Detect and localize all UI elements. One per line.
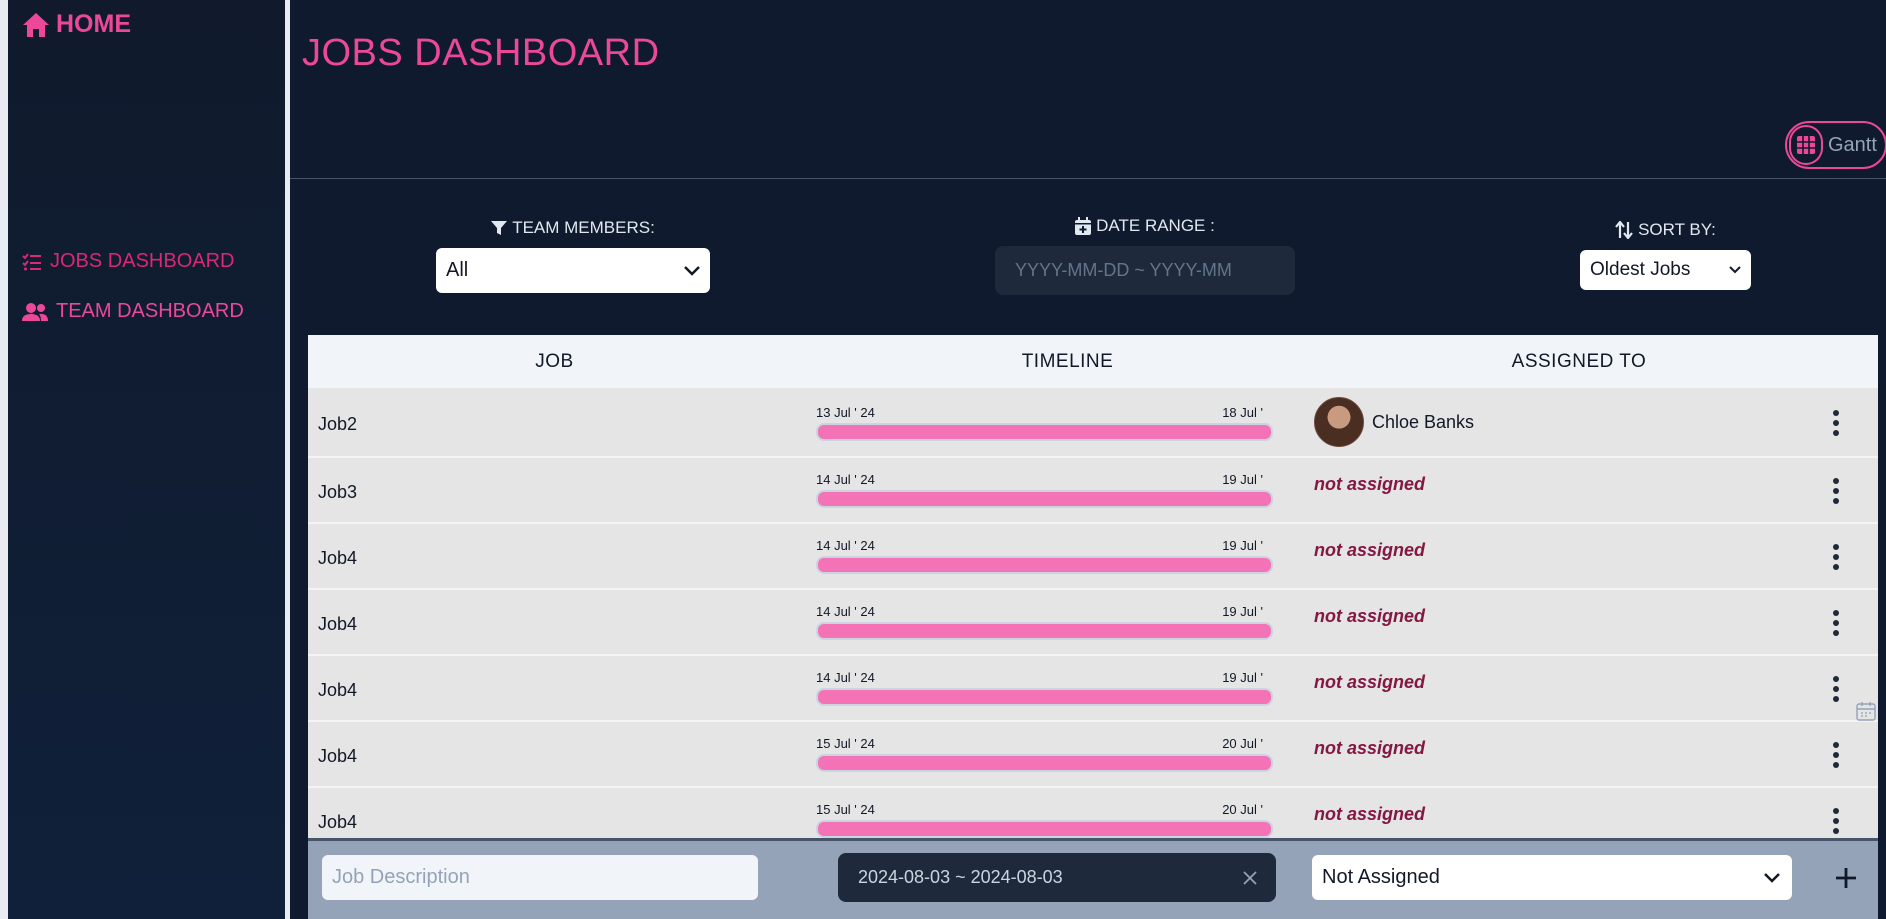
table-row[interactable]: Job4 14 Jul ' 24 19 Jul ' 24 not assigne… <box>308 524 1878 590</box>
assignee-name: Chloe Banks <box>1372 411 1475 432</box>
job-name: Job3 <box>318 482 358 502</box>
close-icon[interactable] <box>1242 870 1258 886</box>
job-name: Job4 <box>318 746 358 766</box>
add-job-bar: Job Description 2024-08-03 ~ 2024-08-03 … <box>308 838 1878 919</box>
calendar-plus-icon <box>1075 217 1092 235</box>
row-menu-icon[interactable] <box>1831 544 1841 570</box>
date-range-label: DATE RANGE : <box>1075 216 1215 236</box>
assignee-status: not assigned <box>1314 606 1426 626</box>
users-icon <box>22 302 48 321</box>
assignee-select[interactable]: Not Assigned <box>1312 855 1792 900</box>
sort-by-label: SORT BY: <box>1615 220 1716 240</box>
sort-icon <box>1615 221 1633 239</box>
column-header-timeline[interactable]: TIMELINE <box>801 351 1334 373</box>
timeline-bar <box>816 688 1273 706</box>
table-row[interactable]: Job4 15 Jul ' 24 20 Jul ' 24 not assigne… <box>308 722 1878 788</box>
timeline-bar <box>816 423 1273 441</box>
filter-icon <box>491 221 508 235</box>
timeline-start: 14 Jul ' 24 <box>816 538 875 553</box>
timeline-bar <box>816 490 1273 508</box>
home-link[interactable]: HOME <box>22 10 131 39</box>
table-row[interactable]: Job4 14 Jul ' 24 19 Jul ' 24 not assigne… <box>308 656 1878 722</box>
job-description-input[interactable]: Job Description <box>322 855 758 900</box>
sort-by-select[interactable]: Oldest Jobs <box>1580 250 1751 290</box>
sidebar-item-team-dashboard[interactable]: TEAM DASHBOARD <box>22 300 244 323</box>
team-members-label: TEAM MEMBERS: <box>491 218 655 238</box>
toggle-knob <box>1789 125 1823 165</box>
team-members-value: All <box>446 259 469 281</box>
jobs-table: JOB TIMELINE ASSIGNED TO Job2 13 Jul ' 2… <box>308 335 1878 919</box>
team-members-select[interactable]: All <box>436 248 710 293</box>
job-date-range-input[interactable]: 2024-08-03 ~ 2024-08-03 <box>838 853 1276 902</box>
sort-by-filter: SORT BY: Oldest Jobs <box>1580 220 1751 290</box>
assignee-status: not assigned <box>1314 738 1426 758</box>
home-icon <box>23 12 49 37</box>
table-row[interactable]: Job2 13 Jul ' 24 18 Jul ' 24 Chloe Banks <box>308 388 1878 458</box>
timeline-start: 14 Jul ' 24 <box>816 472 875 487</box>
column-header-job[interactable]: JOB <box>308 351 801 373</box>
job-name: Job4 <box>318 812 358 832</box>
home-label: HOME <box>56 10 131 38</box>
timeline-bar <box>816 622 1273 640</box>
timeline-start: 15 Jul ' 24 <box>816 736 875 751</box>
sidebar-item-label: JOBS DASHBOARD <box>50 250 235 272</box>
date-range-label-text: DATE RANGE : <box>1096 216 1215 235</box>
row-menu-icon[interactable] <box>1831 676 1841 702</box>
date-range-filter: DATE RANGE : YYYY-MM-DD ~ YYYY-MM <box>995 216 1295 295</box>
date-range-input[interactable]: YYYY-MM-DD ~ YYYY-MM <box>995 246 1295 295</box>
add-job-button[interactable] <box>1826 855 1866 900</box>
row-menu-icon[interactable] <box>1831 410 1841 436</box>
job-name: Job4 <box>318 548 358 568</box>
assignee-status: not assigned <box>1314 474 1426 494</box>
page-title: JOBS DASHBOARD <box>302 32 660 74</box>
job-name: Job4 <box>318 680 358 700</box>
grid-icon <box>1797 136 1815 154</box>
avatar <box>1314 397 1364 447</box>
sort-by-value: Oldest Jobs <box>1590 259 1691 280</box>
assignee-status: not assigned <box>1314 540 1426 560</box>
assignee-status: not assigned <box>1314 804 1426 824</box>
gantt-view-toggle[interactable]: Gantt <box>1785 121 1886 169</box>
row-menu-icon[interactable] <box>1831 808 1841 834</box>
chevron-down-icon <box>684 265 700 276</box>
timeline-bar <box>816 556 1273 574</box>
assignee-status: not assigned <box>1314 672 1426 692</box>
plus-icon <box>1836 867 1856 888</box>
row-menu-icon[interactable] <box>1831 478 1841 504</box>
sort-by-label-text: SORT BY: <box>1638 220 1716 239</box>
assignee: Chloe Banks <box>1314 397 1474 447</box>
sidebar-item-jobs-dashboard[interactable]: JOBS DASHBOARD <box>22 250 234 273</box>
sidebar-item-label: TEAM DASHBOARD <box>56 300 244 322</box>
assignee-select-value: Not Assigned <box>1322 866 1440 888</box>
timeline-bar <box>816 820 1273 838</box>
job-date-range-value: 2024-08-03 ~ 2024-08-03 <box>858 867 1063 887</box>
table-row[interactable]: Job3 14 Jul ' 24 19 Jul ' 24 not assigne… <box>308 458 1878 524</box>
sidebar: HOME JOBS DASHBOARD TEAM DASHBOARD <box>0 0 290 919</box>
timeline-start: 15 Jul ' 24 <box>816 802 875 817</box>
table-header: JOB TIMELINE ASSIGNED TO <box>308 335 1878 388</box>
toggle-label: Gantt <box>1828 133 1877 156</box>
team-members-filter: TEAM MEMBERS: All <box>436 218 710 293</box>
row-menu-icon[interactable] <box>1831 742 1841 768</box>
calendar-icon[interactable] <box>1855 700 1877 727</box>
chevron-down-icon <box>1729 266 1741 274</box>
main-content: JOBS DASHBOARD Gantt TEAM MEMBERS: All D… <box>290 0 1886 919</box>
chevron-down-icon <box>1764 872 1780 883</box>
timeline-start: 14 Jul ' 24 <box>816 604 875 619</box>
checklist-icon <box>22 252 41 270</box>
timeline-start: 13 Jul ' 24 <box>816 405 875 420</box>
timeline-start: 14 Jul ' 24 <box>816 670 875 685</box>
column-header-assigned-to[interactable]: ASSIGNED TO <box>1334 351 1824 373</box>
table-row[interactable]: Job4 14 Jul ' 24 19 Jul ' 24 not assigne… <box>308 590 1878 656</box>
row-menu-icon[interactable] <box>1831 610 1841 636</box>
job-name: Job2 <box>318 414 358 434</box>
timeline-bar <box>816 754 1273 772</box>
team-members-label-text: TEAM MEMBERS: <box>512 218 655 237</box>
header-divider <box>290 178 1886 179</box>
job-name: Job4 <box>318 614 358 634</box>
